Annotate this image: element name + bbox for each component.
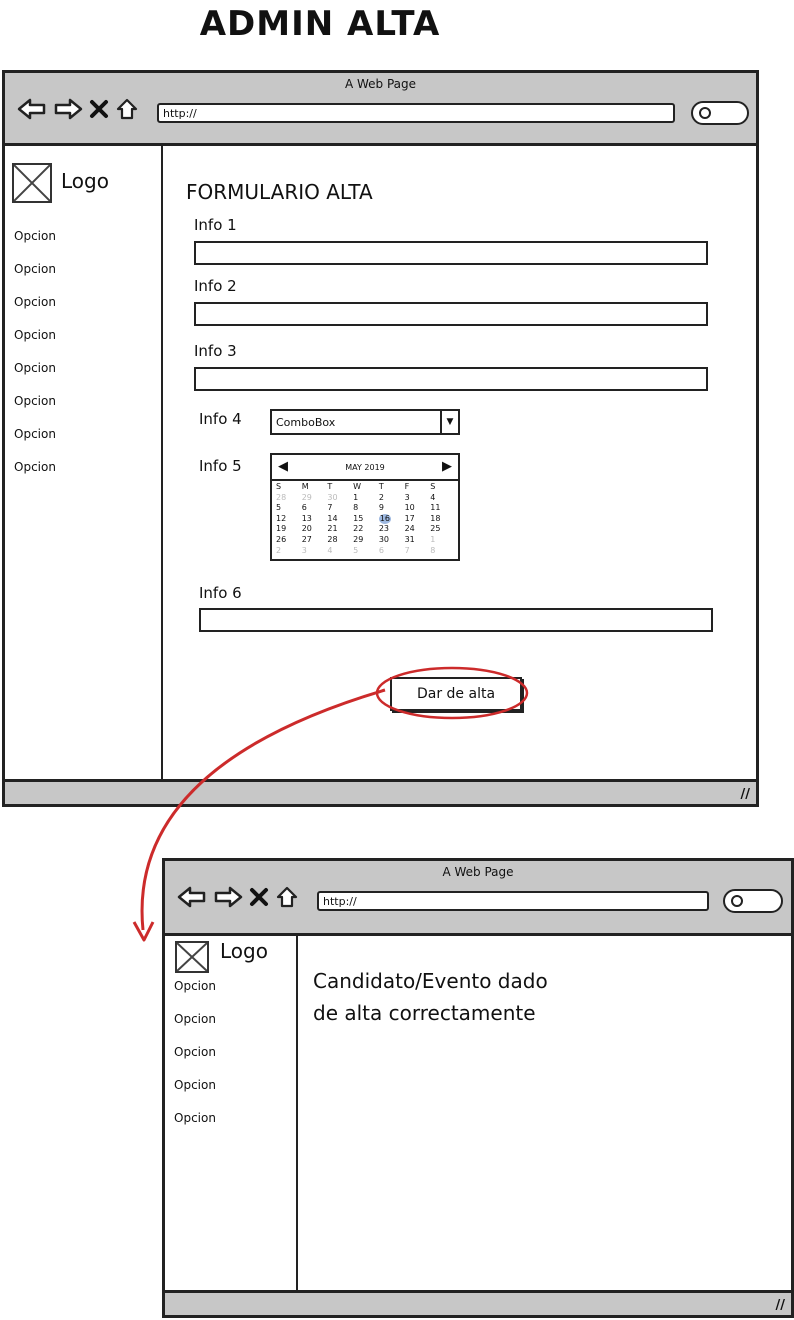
flow-annotation xyxy=(132,666,529,942)
flow-arrow xyxy=(140,688,386,931)
submit-highlight-ellipse xyxy=(375,666,529,720)
